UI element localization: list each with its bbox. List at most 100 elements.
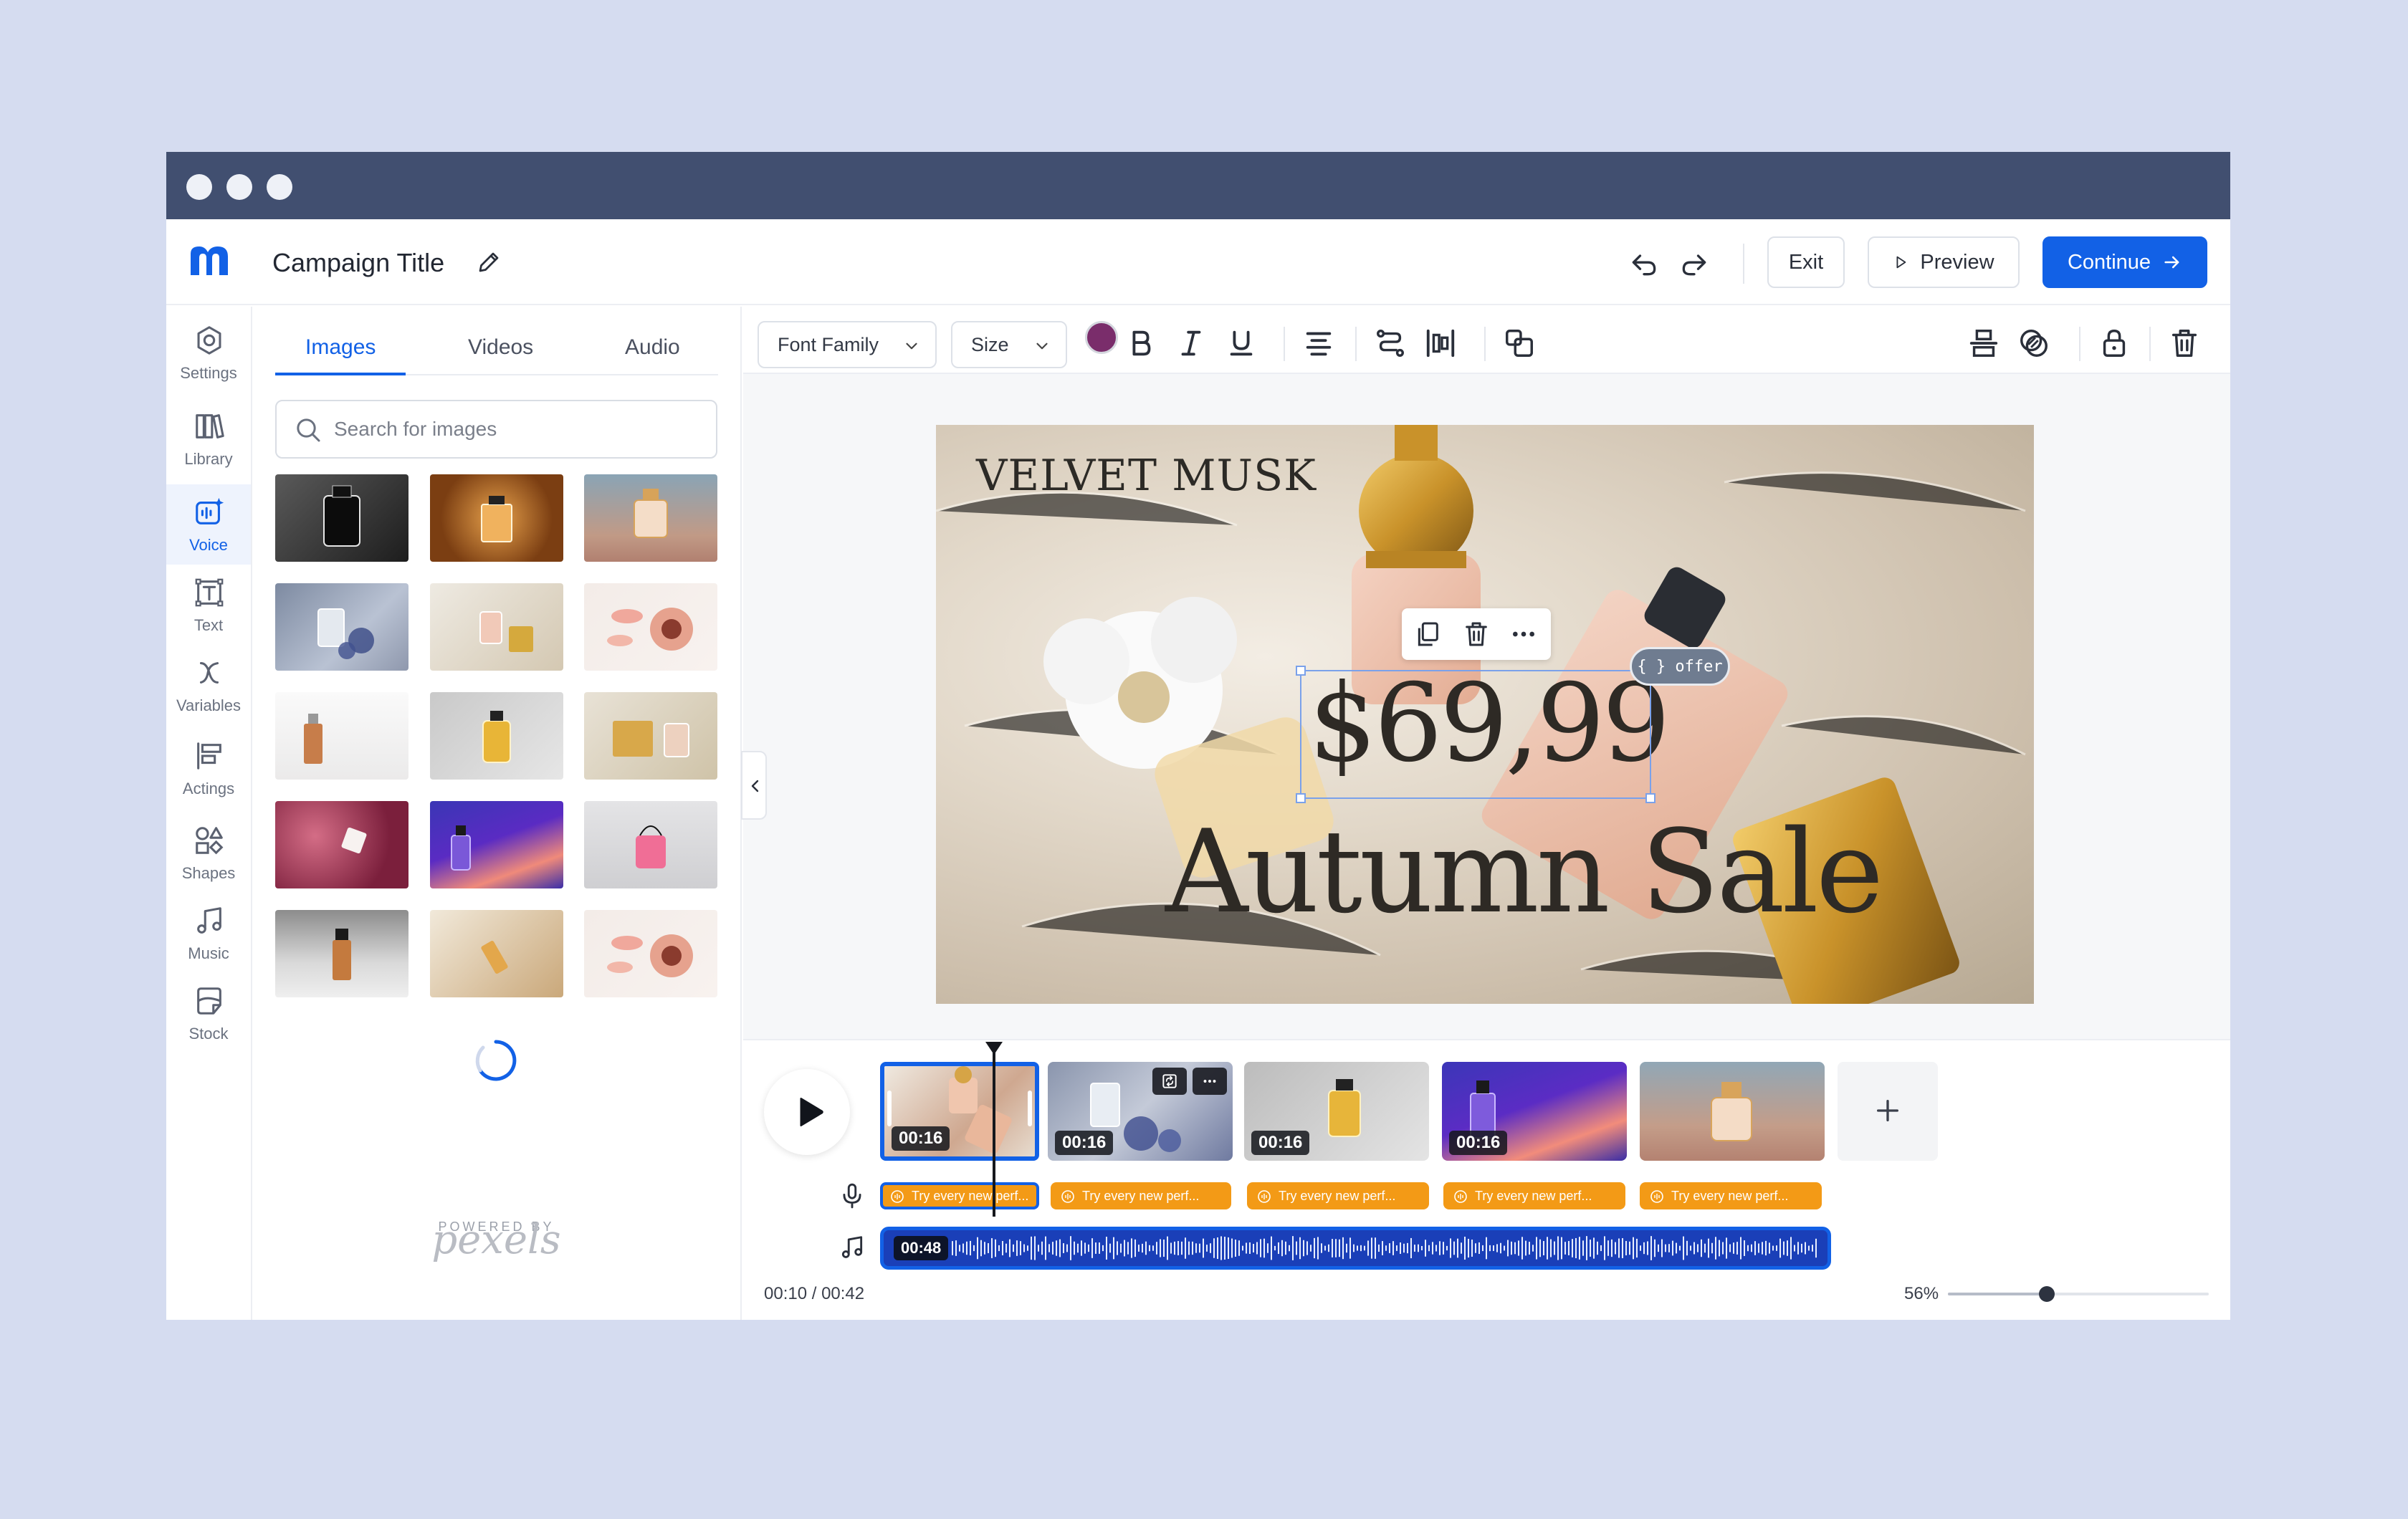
tab-audio[interactable]: Audio: [625, 335, 680, 360]
image-thumb-6[interactable]: [584, 583, 717, 671]
distribute-icon[interactable]: [1424, 327, 1457, 360]
audio-waveform: [952, 1236, 1817, 1260]
more-icon[interactable]: [1509, 620, 1538, 648]
music-note-icon: [841, 1236, 863, 1258]
italic-icon[interactable]: [1175, 327, 1208, 360]
window-maximize-dot[interactable]: [267, 174, 292, 200]
variable-badge[interactable]: { } offer: [1630, 647, 1730, 686]
image-thumb-10[interactable]: [275, 801, 408, 888]
nav-item-actings[interactable]: Actings: [166, 728, 251, 808]
underline-icon[interactable]: [1225, 327, 1258, 360]
perfume-bottle-image: [323, 485, 360, 547]
image-thumb-3[interactable]: [584, 474, 717, 562]
nav-item-text[interactable]: Text: [166, 565, 251, 645]
window-minimize-dot[interactable]: [226, 174, 252, 200]
nav-item-stock[interactable]: Stock: [166, 973, 251, 1053]
collapse-panel-button[interactable]: [741, 751, 767, 820]
pexels-logo[interactable]: pexels: [275, 1217, 717, 1263]
replace-clip-button[interactable]: [1152, 1068, 1187, 1095]
trim-handle-right[interactable]: [1028, 1091, 1032, 1126]
nav-item-voice[interactable]: Voice: [166, 484, 251, 565]
perfume-bottle-image: [304, 714, 322, 764]
continue-label: Continue: [2067, 250, 2151, 274]
timeline-clip-3[interactable]: 00:16: [1244, 1062, 1429, 1161]
trim-handle-left[interactable]: [887, 1091, 892, 1126]
font-family-dropdown[interactable]: Font Family: [758, 321, 937, 368]
image-thumb-11[interactable]: [430, 801, 563, 888]
path-animation-icon[interactable]: [1374, 327, 1407, 360]
image-thumb-7[interactable]: [275, 692, 408, 780]
selection-box[interactable]: [1296, 666, 1656, 803]
image-thumb-5[interactable]: [430, 583, 563, 671]
variable-icon: [199, 662, 219, 684]
play-icon: [800, 1097, 823, 1127]
continue-button[interactable]: Continue: [2042, 236, 2207, 288]
resize-handle[interactable]: [1296, 666, 1306, 676]
timeline-clip-4[interactable]: 00:16: [1442, 1062, 1627, 1161]
app-logo[interactable]: [186, 241, 232, 281]
plus-icon: [1877, 1100, 1898, 1121]
voiceover-clip-5[interactable]: Try every new perf...: [1640, 1182, 1822, 1209]
exit-button[interactable]: Exit: [1767, 236, 1845, 288]
nav-item-music[interactable]: Music: [166, 893, 251, 973]
image-thumb-15[interactable]: [584, 910, 717, 997]
bold-icon[interactable]: [1124, 327, 1157, 360]
resize-handle[interactable]: [1645, 793, 1656, 803]
clip-more-button[interactable]: [1193, 1068, 1227, 1095]
nav-item-library[interactable]: Library: [166, 398, 251, 479]
mask-icon[interactable]: [2017, 327, 2050, 360]
preview-button[interactable]: Preview: [1868, 236, 2020, 288]
perfume-bottle-image: [341, 827, 367, 854]
trash-icon[interactable]: [2168, 327, 2201, 360]
image-thumb-12[interactable]: [584, 801, 717, 888]
image-thumb-13[interactable]: [275, 910, 408, 997]
add-clip-button[interactable]: [1838, 1062, 1938, 1161]
size-dropdown[interactable]: Size: [951, 321, 1067, 368]
text-color-swatch[interactable]: [1085, 321, 1118, 354]
active-tab-underline: [275, 373, 406, 375]
voiceover-clip-1[interactable]: Try every new perf...: [880, 1182, 1039, 1209]
resize-handle[interactable]: [1296, 793, 1306, 803]
redo-icon[interactable]: [1678, 248, 1710, 279]
campaign-title[interactable]: Campaign Title: [272, 248, 444, 278]
nav-label: Text: [194, 616, 224, 634]
audio-track[interactable]: 00:48: [880, 1227, 1831, 1270]
voiceover-clip-2[interactable]: Try every new perf...: [1051, 1182, 1231, 1209]
undo-icon[interactable]: [1628, 248, 1660, 279]
lock-icon[interactable]: [2098, 327, 2131, 360]
timeline-clip-5[interactable]: [1640, 1062, 1825, 1161]
voiceover-clip-3[interactable]: Try every new perf...: [1247, 1182, 1429, 1209]
duplicate-icon[interactable]: [1413, 620, 1442, 648]
tab-images[interactable]: Images: [305, 335, 376, 360]
image-thumb-1[interactable]: [275, 474, 408, 562]
nav-item-settings[interactable]: Settings: [166, 312, 251, 393]
voiceover-clip-4[interactable]: Try every new perf...: [1443, 1182, 1625, 1209]
timeline-clip-2[interactable]: 00:16: [1048, 1062, 1233, 1161]
pencil-icon[interactable]: [476, 249, 502, 275]
image-thumb-8[interactable]: [430, 692, 563, 780]
brand-text[interactable]: VELVET MUSK: [976, 451, 1317, 501]
window-close-dot[interactable]: [186, 174, 212, 200]
align-middle-icon[interactable]: [1967, 327, 2000, 360]
perfume-bottle-image: [333, 929, 351, 980]
image-thumb-14[interactable]: [430, 910, 563, 997]
microphone-icon: [843, 1183, 861, 1209]
voiceover-text: Try every new perf...: [912, 1189, 1029, 1203]
nav-item-variables[interactable]: Variables: [166, 645, 251, 725]
tab-videos[interactable]: Videos: [468, 335, 533, 360]
video-stage[interactable]: VELVET MUSK $69,99 Autumn Sale { } offer: [936, 425, 2034, 1004]
zoom-slider[interactable]: [1948, 1286, 2209, 1302]
image-thumb-4[interactable]: [275, 583, 408, 671]
timeline-clip-1[interactable]: 00:16: [880, 1062, 1039, 1161]
layers-shapes-icon[interactable]: [1503, 327, 1536, 360]
trash-icon[interactable]: [1462, 620, 1491, 648]
headline-text[interactable]: Autumn Sale: [1165, 805, 1883, 939]
image-thumb-9[interactable]: [584, 692, 717, 780]
playhead[interactable]: [993, 1048, 995, 1217]
search-input[interactable]: [334, 413, 692, 446]
play-button[interactable]: [764, 1069, 850, 1155]
align-center-icon[interactable]: [1302, 327, 1335, 360]
chevron-left-icon: [751, 780, 759, 792]
image-thumb-2[interactable]: [430, 474, 563, 562]
nav-item-shapes[interactable]: Shapes: [166, 813, 251, 893]
